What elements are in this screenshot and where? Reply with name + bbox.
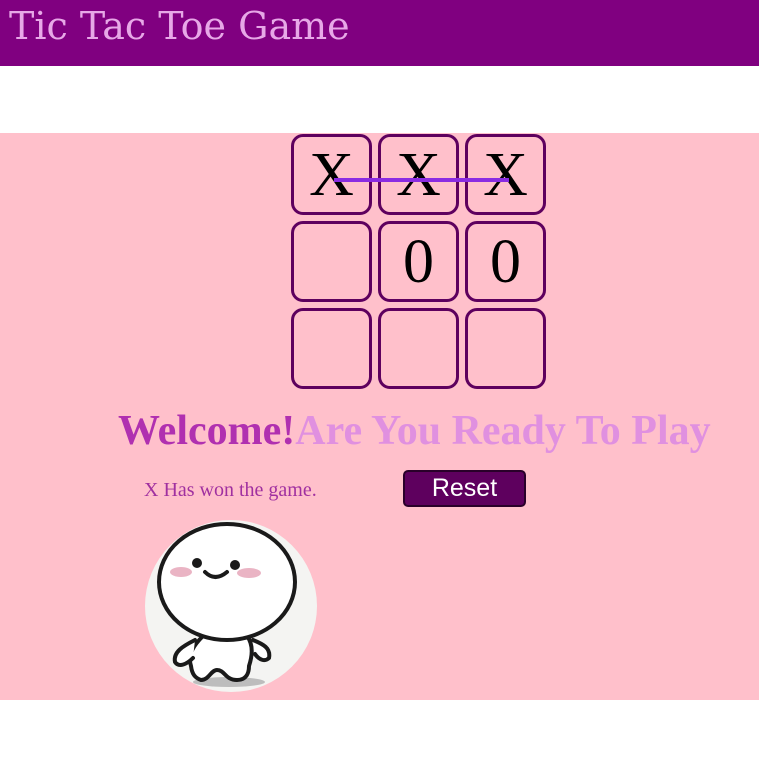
game-area: X X X 0 0 Welcome!Are You Ready To Play … — [0, 133, 759, 700]
game-status-message: X Has won the game. — [144, 479, 317, 501]
app-header: Tic Tac Toe Game — [0, 0, 759, 66]
welcome-text: Welcome! — [118, 408, 296, 454]
board-cell-3[interactable]: X — [465, 134, 546, 215]
reset-button[interactable]: Reset — [403, 470, 526, 507]
smiling-cartoon-character-icon — [145, 520, 317, 692]
board-cell-5[interactable]: 0 — [378, 221, 459, 302]
board-cell-9[interactable] — [465, 308, 546, 389]
board-cell-2[interactable]: X — [378, 134, 459, 215]
board-cell-4[interactable] — [291, 221, 372, 302]
board-cell-8[interactable] — [378, 308, 459, 389]
welcome-heading: Welcome!Are You Ready To Play — [118, 403, 711, 459]
page-title: Tic Tac Toe Game — [9, 4, 350, 48]
board-cell-6[interactable]: 0 — [465, 221, 546, 302]
board-cell-1[interactable]: X — [291, 134, 372, 215]
game-board: X X X 0 0 — [291, 134, 552, 395]
board-cell-7[interactable] — [291, 308, 372, 389]
ready-prompt-text: Are You Ready To Play — [295, 408, 711, 454]
